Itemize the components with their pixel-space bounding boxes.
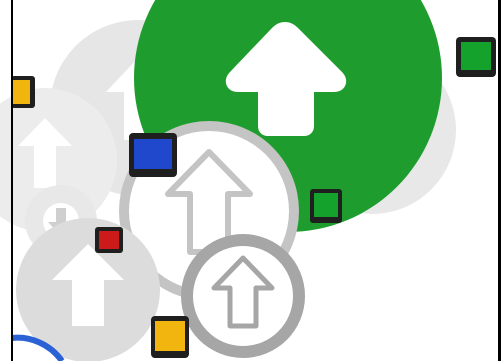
smartphone-icon: [310, 189, 342, 223]
upload-illustration: [0, 0, 496, 361]
dark-ring-upload-circle: [181, 234, 305, 358]
smartphone-icon: [95, 227, 123, 253]
smartphone-icon: [151, 316, 189, 358]
smartphone-icon: [129, 133, 177, 177]
smartphone-icon: [456, 37, 496, 77]
left-frame-border: [11, 0, 13, 361]
smartphone-icon: [11, 76, 35, 108]
